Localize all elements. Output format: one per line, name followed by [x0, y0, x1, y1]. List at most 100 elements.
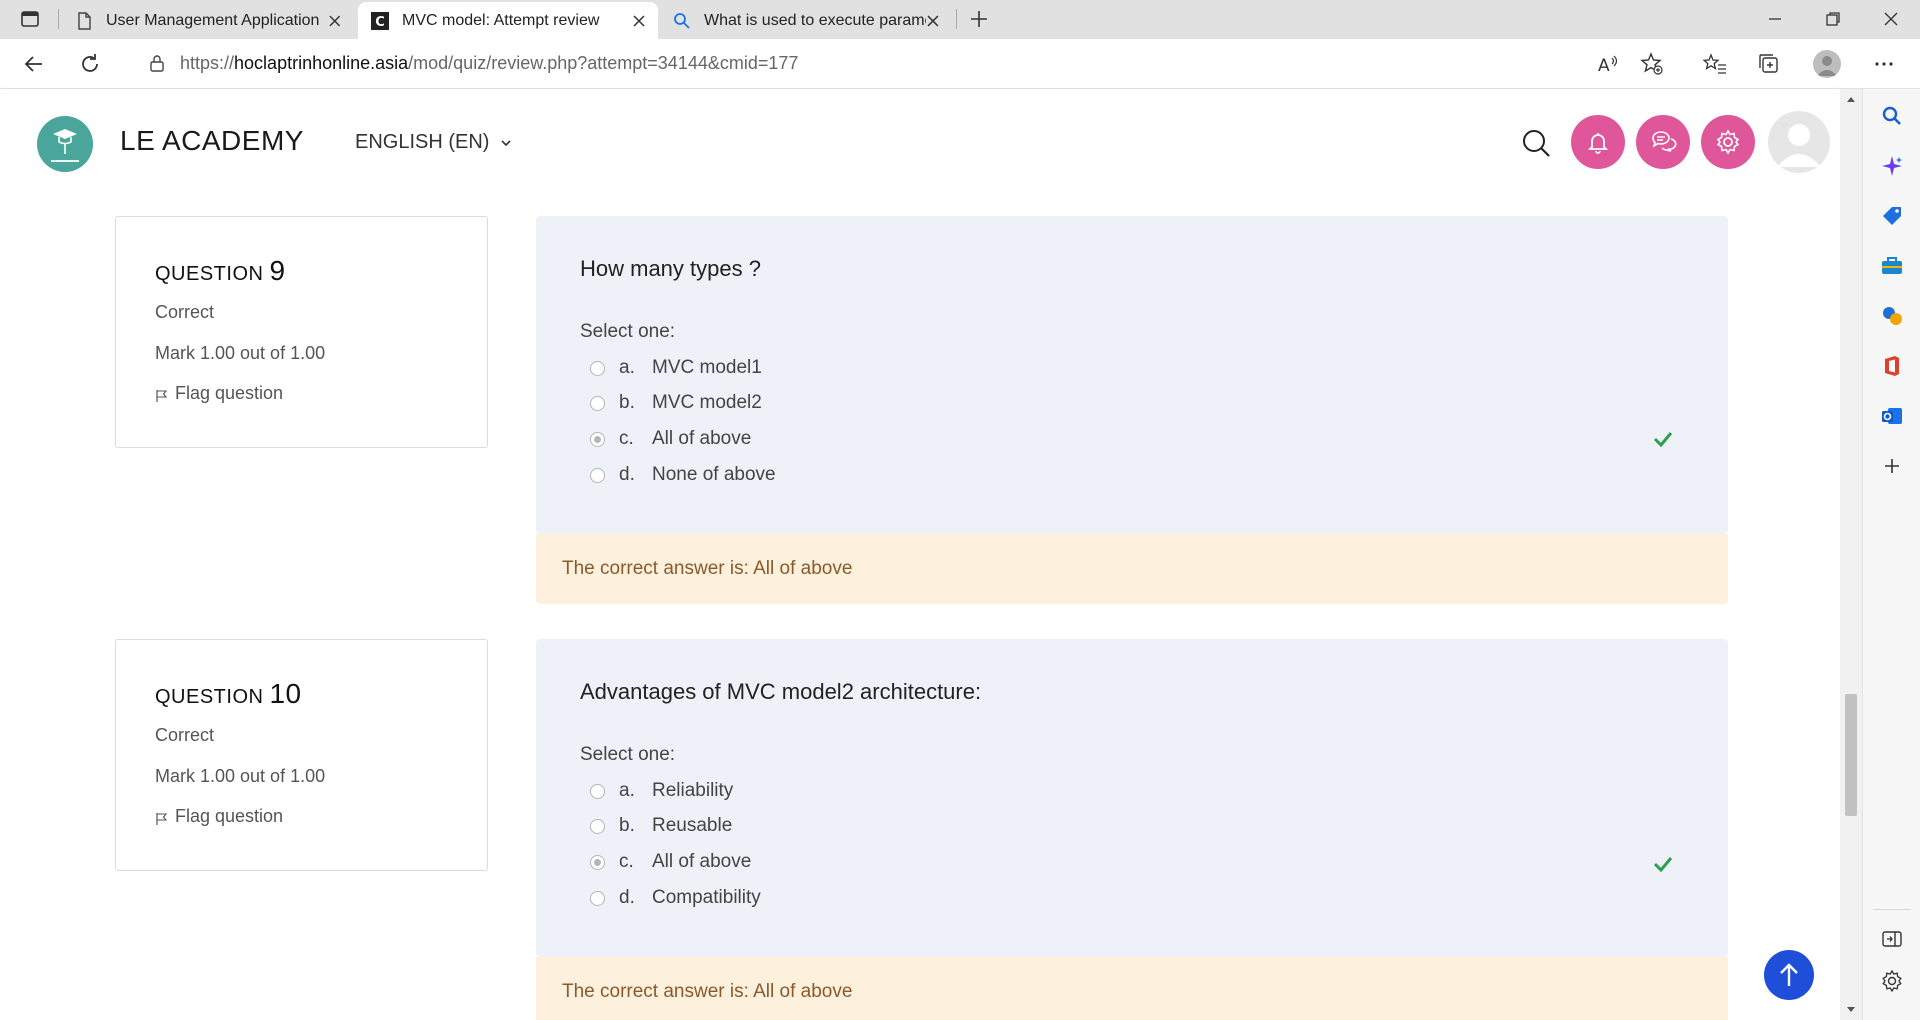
tab-title: User Management Application: [106, 11, 320, 29]
quiz-review-content: QUESTION 9 Correct Mark 1.00 out of 1.00 …: [0, 199, 1840, 1020]
answer-letter: d.: [619, 464, 635, 485]
answer-option[interactable]: d. None of above: [590, 460, 776, 490]
page-scrollbar[interactable]: [1840, 89, 1862, 1020]
search-icon[interactable]: [1880, 104, 1904, 128]
answer-radio-checked[interactable]: [590, 431, 605, 447]
back-arrow-icon[interactable]: [22, 52, 46, 76]
messages-button[interactable]: [1636, 115, 1690, 169]
answer-radio[interactable]: [590, 395, 605, 411]
correct-check-icon: [1653, 432, 1673, 448]
tab-title: What is used to execute paramet: [704, 11, 927, 29]
site-brand[interactable]: LE ACADEMY: [120, 125, 304, 157]
answer-letter: c.: [619, 428, 634, 449]
select-one-prompt: Select one:: [580, 744, 676, 765]
svg-text:A: A: [1598, 56, 1610, 76]
answer-letter: c.: [619, 851, 634, 872]
refresh-icon[interactable]: [78, 52, 102, 76]
user-avatar[interactable]: [1768, 111, 1830, 173]
answer-letter: a.: [619, 357, 635, 378]
read-aloud-icon[interactable]: A: [1596, 52, 1620, 76]
close-tab-icon[interactable]: [328, 14, 342, 28]
shopping-tag-icon[interactable]: [1880, 204, 1904, 228]
site-header: LE ACADEMY ENGLISH (EN): [0, 89, 1840, 199]
answer-radio[interactable]: [590, 360, 605, 376]
hide-sidebar-icon[interactable]: [1880, 927, 1904, 951]
answer-radio[interactable]: [590, 467, 605, 483]
question-body-10: Advantages of MVC model2 architecture: S…: [536, 639, 1728, 957]
bell-icon: [1587, 133, 1609, 154]
tab-actions-icon[interactable]: [20, 9, 40, 29]
answer-radio[interactable]: [590, 783, 605, 799]
minimize-icon[interactable]: [1766, 10, 1784, 28]
question-number-value: 9: [269, 255, 286, 286]
url-path: /mod/quiz/review.php?attempt=34144&cmid=…: [408, 52, 799, 73]
answer-option[interactable]: a. Reliability: [590, 776, 733, 806]
more-options-icon[interactable]: [1872, 52, 1896, 76]
language-label: ENGLISH (EN): [355, 131, 490, 153]
graduation-cap-icon: [51, 129, 79, 162]
browser-tab-user-management[interactable]: User Management Application: [62, 2, 354, 39]
lock-icon[interactable]: [148, 54, 166, 72]
scroll-up-arrow-icon[interactable]: [1846, 95, 1856, 103]
close-window-icon[interactable]: [1882, 10, 1900, 28]
answer-option-selected[interactable]: c. All of above: [590, 424, 751, 454]
answer-radio[interactable]: [590, 890, 605, 906]
question-number: QUESTION 9: [155, 255, 286, 287]
question-number-value: 10: [269, 678, 302, 709]
answer-text: Compatibility: [652, 887, 761, 908]
tab-title: MVC model: Attempt review: [402, 11, 600, 29]
select-one-prompt: Select one:: [580, 321, 676, 342]
close-tab-icon[interactable]: [632, 14, 646, 28]
profile-icon: [1817, 56, 1837, 76]
url-scheme: https://: [180, 52, 235, 73]
flag-question-link[interactable]: Flag question: [155, 383, 283, 404]
answer-option[interactable]: b. Reusable: [590, 811, 732, 841]
copilot-sparkle-icon[interactable]: [1880, 154, 1904, 178]
answer-letter: a.: [619, 780, 635, 801]
arrow-up-icon: [1780, 963, 1798, 986]
new-tab-icon[interactable]: [968, 8, 990, 30]
question-number: QUESTION 10: [155, 678, 302, 710]
scroll-down-arrow-icon[interactable]: [1846, 1006, 1856, 1014]
answer-radio[interactable]: [590, 818, 605, 834]
tools-briefcase-icon[interactable]: [1880, 254, 1904, 278]
answer-option[interactable]: a. MVC model1: [590, 353, 762, 383]
browser-tab-search[interactable]: What is used to execute paramet: [660, 2, 952, 39]
answer-option[interactable]: b. MVC model2: [590, 388, 762, 418]
restore-icon[interactable]: [1824, 10, 1842, 28]
question-info-10: QUESTION 10 Correct Mark 1.00 out of 1.00…: [115, 639, 488, 871]
outlook-icon[interactable]: [1880, 404, 1904, 428]
sidebar-settings-icon[interactable]: [1880, 969, 1904, 993]
address-bar[interactable]: https://hoclaptrinhonline.asia/mod/quiz/…: [124, 44, 1684, 82]
language-selector[interactable]: ENGLISH (EN): [355, 131, 513, 154]
browser-tab-strip: User Management Application C MVC model:…: [0, 0, 1920, 39]
question-grade: Mark 1.00 out of 1.00: [155, 766, 326, 786]
gear-icon: [1716, 129, 1740, 155]
notifications-button[interactable]: [1571, 115, 1625, 169]
chat-bubbles-icon: [1652, 131, 1677, 152]
flag-question-link[interactable]: Flag question: [155, 806, 283, 827]
office-icon[interactable]: [1880, 354, 1904, 378]
add-icon[interactable]: [1880, 454, 1904, 478]
answer-option-selected[interactable]: c. All of above: [590, 847, 751, 877]
chevron-down-icon: [501, 139, 512, 146]
settings-button[interactable]: [1701, 115, 1755, 169]
close-tab-icon[interactable]: [926, 14, 940, 28]
question-body-9: How many types ? Select one: a. MVC mode…: [536, 216, 1728, 534]
answer-letter: d.: [619, 887, 635, 908]
back-to-top-button[interactable]: [1764, 950, 1814, 1000]
favorites-icon[interactable]: [1703, 52, 1727, 76]
answer-letter: b.: [619, 815, 635, 836]
site-logo[interactable]: [37, 116, 93, 172]
add-favorite-icon[interactable]: [1640, 52, 1664, 76]
search-icon[interactable]: [1520, 127, 1552, 159]
profile-avatar[interactable]: [1813, 50, 1841, 78]
search-icon: [674, 12, 690, 29]
collections-icon[interactable]: [1757, 52, 1781, 76]
answer-radio-checked[interactable]: [590, 854, 605, 870]
browser-tab-mvc-review[interactable]: C MVC model: Attempt review: [358, 2, 658, 39]
sidebar-divider: [1873, 909, 1911, 910]
scrollbar-thumb[interactable]: [1845, 694, 1857, 816]
answer-option[interactable]: d. Compatibility: [590, 883, 761, 913]
games-icon[interactable]: [1880, 304, 1904, 328]
